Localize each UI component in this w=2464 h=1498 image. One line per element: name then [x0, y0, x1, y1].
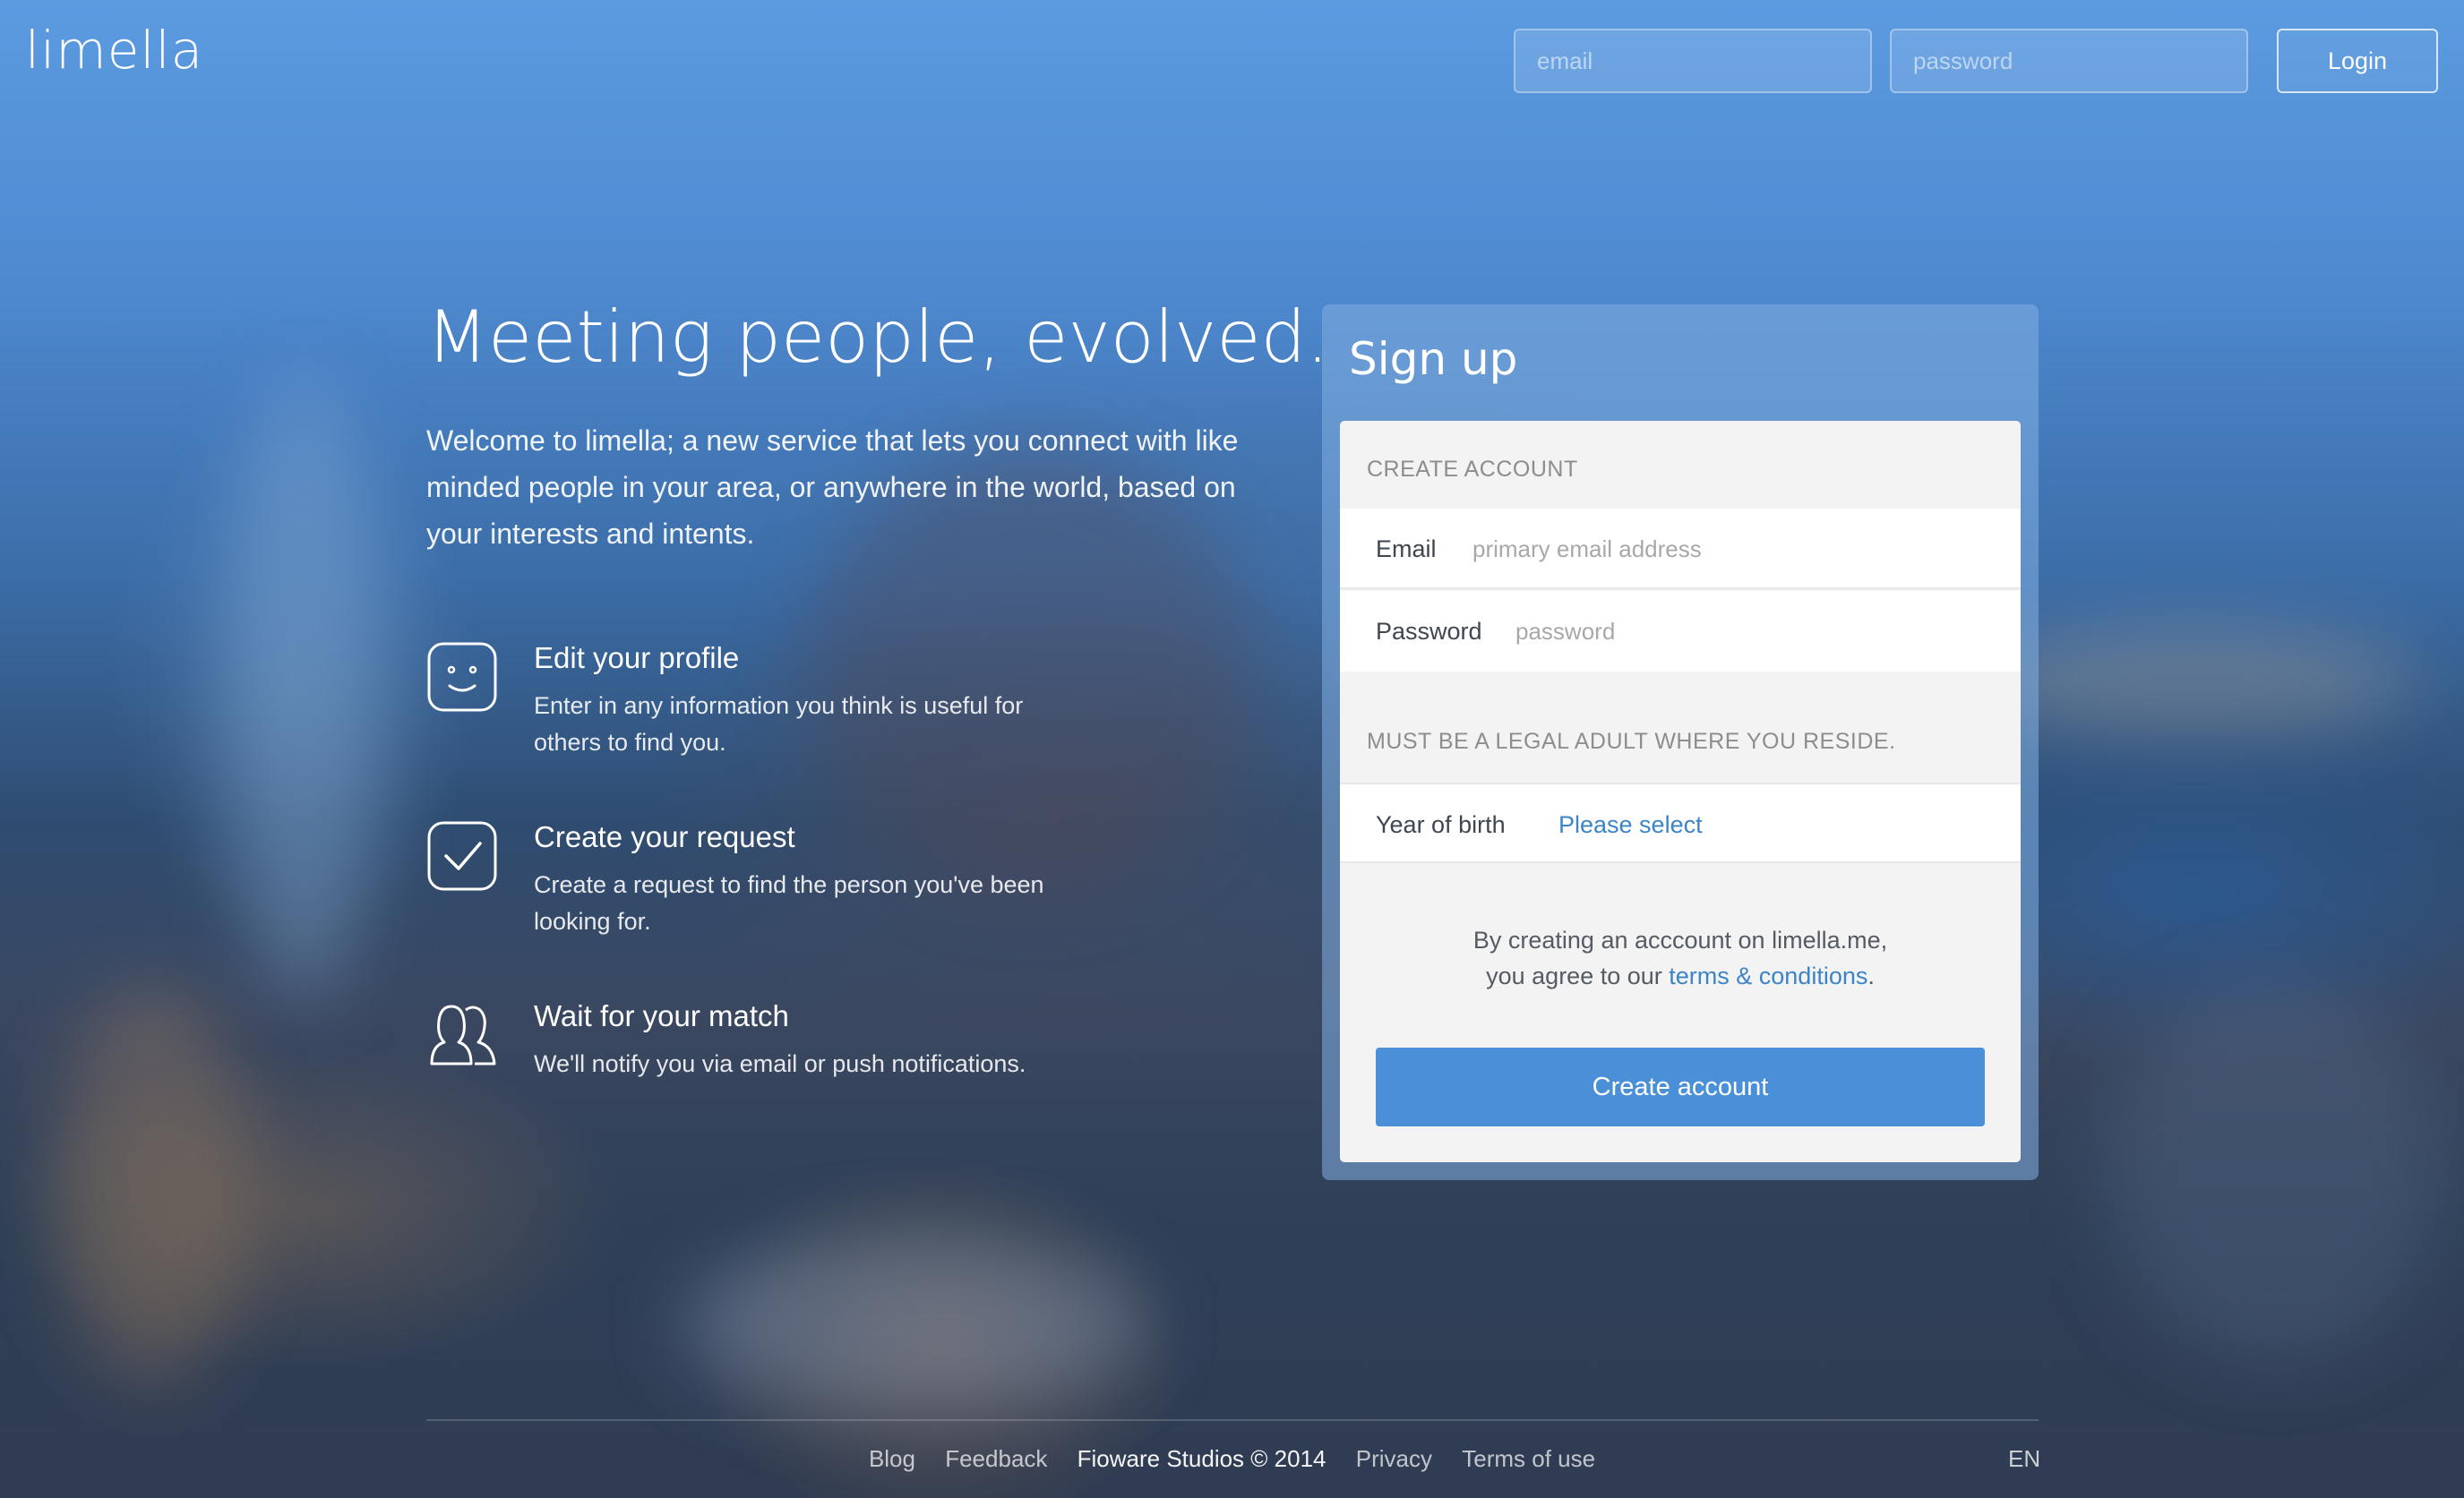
- logo[interactable]: limella: [25, 20, 203, 81]
- header-email-input[interactable]: [1514, 29, 1872, 93]
- header-password-input[interactable]: [1890, 29, 2248, 93]
- background-city-image: [0, 0, 2464, 1498]
- email-row: Email: [1340, 509, 2021, 589]
- hero-description: Welcome to limella; a new service that l…: [426, 424, 1239, 550]
- signup-email-input[interactable]: [1472, 528, 1992, 569]
- people-icon: [430, 1005, 496, 1066]
- feature-description: We'll notify you via email or push notif…: [534, 1050, 1026, 1077]
- smiley-face-icon: [427, 642, 497, 712]
- year-of-birth-row: Year of birth Please select: [1340, 783, 2021, 863]
- password-label: Password: [1376, 618, 1482, 645]
- signup-panel: Sign up CREATE ACCOUNT Email Password MU…: [1322, 304, 2039, 1180]
- footer-link-blog[interactable]: Blog: [869, 1445, 915, 1472]
- create-account-button[interactable]: Create account: [1376, 1048, 1985, 1126]
- footer-divider: [426, 1419, 2039, 1421]
- feature-description: Create a request to find the person you'…: [534, 871, 1044, 935]
- signup-title: Sign up: [1349, 333, 1518, 385]
- agree-line-2: you agree to our terms & conditions.: [1340, 958, 2021, 994]
- signup-password-input[interactable]: [1515, 611, 1999, 652]
- login-button[interactable]: Login: [2277, 29, 2438, 93]
- footer-link-privacy[interactable]: Privacy: [1356, 1445, 1432, 1472]
- feature-title: Wait for your match: [534, 999, 789, 1032]
- agree-line-1: By creating an acccount on limella.me,: [1472, 927, 1888, 954]
- feature-description: Enter in any information you think is us…: [534, 692, 1024, 756]
- footer-copyright: Fioware Studios © 2014: [1077, 1445, 1326, 1472]
- feature-title: Create your request: [534, 820, 795, 853]
- email-label: Email: [1376, 535, 1437, 562]
- footer-link-terms[interactable]: Terms of use: [1462, 1445, 1595, 1472]
- footer-links: Blog Feedback Fioware Studios © 2014 Pri…: [0, 1445, 2464, 1473]
- terms-agreement-text: By creating an acccount on limella.me, y…: [1340, 922, 2021, 994]
- legal-adult-heading: MUST BE A LEGAL ADULT WHERE YOU RESIDE.: [1367, 729, 1896, 754]
- create-account-heading: CREATE ACCOUNT: [1367, 457, 1578, 482]
- agree-prefix: you agree to our: [1486, 963, 1670, 989]
- year-of-birth-select[interactable]: Please select: [1558, 784, 1703, 865]
- feature-title: Edit your profile: [534, 641, 740, 674]
- hero-title: Meeting people, evolved.: [426, 295, 1329, 379]
- language-selector[interactable]: EN: [2008, 1445, 2040, 1473]
- password-row: Password: [1340, 591, 2021, 672]
- footer-link-feedback[interactable]: Feedback: [945, 1445, 1047, 1472]
- checkmark-icon: [427, 821, 497, 891]
- terms-conditions-link[interactable]: terms & conditions: [1669, 963, 1867, 989]
- year-of-birth-label: Year of birth: [1376, 811, 1506, 838]
- agree-suffix: .: [1867, 963, 1875, 989]
- signup-card: CREATE ACCOUNT Email Password MUST BE A …: [1340, 421, 2021, 1162]
